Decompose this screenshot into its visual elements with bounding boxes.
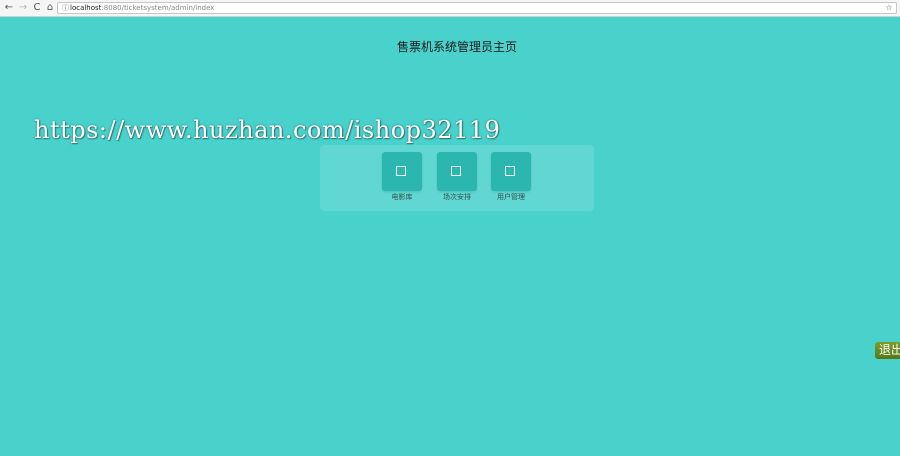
home-icon[interactable]: ⌂ bbox=[44, 1, 56, 15]
square-icon bbox=[505, 166, 515, 176]
menu-tile-showtimes[interactable]: 场次安排 bbox=[437, 152, 477, 212]
tile-button[interactable] bbox=[437, 152, 477, 191]
watermark-text: https://www.huzhan.com/ishop32119 bbox=[34, 116, 501, 144]
tile-label: 用户管理 bbox=[497, 193, 525, 201]
url-path: :8080/ticketsystem/admin/index bbox=[101, 4, 215, 12]
menu-tile-user-management[interactable]: 用户管理 bbox=[491, 152, 531, 212]
page-title: 售票机系统管理员主页 bbox=[396, 40, 517, 54]
tile-button[interactable] bbox=[491, 152, 531, 191]
bookmark-star-icon[interactable]: ☆ bbox=[884, 3, 894, 13]
url-host: localhost bbox=[70, 4, 102, 12]
menu-tile-movie-library[interactable]: 电影库 bbox=[382, 152, 422, 212]
square-icon bbox=[396, 166, 406, 176]
url-text[interactable]: localhost:8080/ticketsystem/admin/index bbox=[70, 3, 214, 13]
info-icon[interactable]: ⓘ bbox=[61, 3, 70, 13]
reload-icon[interactable]: C bbox=[31, 1, 43, 15]
browser-toolbar: ← → C ⌂ ⓘ localhost:8080/ticketsystem/ad… bbox=[0, 0, 900, 17]
tile-button[interactable] bbox=[382, 152, 422, 191]
admin-menu-panel: 电影库 场次安排 用户管理 bbox=[320, 145, 594, 211]
square-icon bbox=[451, 166, 461, 176]
back-arrow-icon[interactable]: ← bbox=[3, 1, 15, 15]
logout-button[interactable]: 退出 bbox=[875, 342, 900, 359]
address-bar[interactable]: ⓘ localhost:8080/ticketsystem/admin/inde… bbox=[57, 2, 897, 14]
forward-arrow-icon[interactable]: → bbox=[17, 1, 29, 15]
